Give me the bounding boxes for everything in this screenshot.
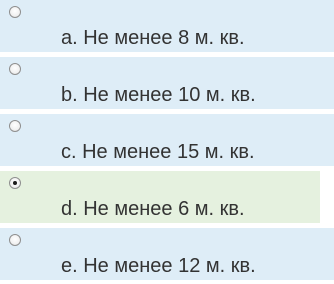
- answer-option-label: b. Не менее 10 м. кв.: [61, 84, 256, 106]
- answer-option-b[interactable]: b. Не менее 10 м. кв.: [0, 57, 334, 109]
- answer-option-d[interactable]: d. Не менее 6 м. кв.: [0, 171, 320, 223]
- answer-option-a[interactable]: a. Не менее 8 м. кв.: [0, 0, 334, 52]
- answer-option-c[interactable]: c. Не менее 15 м. кв.: [0, 114, 334, 166]
- answer-option-e[interactable]: e. Не менее 12 м. кв.: [0, 228, 334, 280]
- radio-button-selected-icon[interactable]: [9, 177, 21, 189]
- answer-option-label: d. Не менее 6 м. кв.: [61, 198, 245, 220]
- radio-button-icon[interactable]: [9, 120, 21, 132]
- answer-option-label: c. Не менее 15 м. кв.: [61, 141, 255, 163]
- radio-button-icon[interactable]: [9, 63, 21, 75]
- answer-option-label: e. Не менее 12 м. кв.: [61, 255, 256, 277]
- radio-dot-icon: [13, 181, 17, 185]
- radio-button-icon[interactable]: [9, 234, 21, 246]
- answer-option-label: a. Не менее 8 м. кв.: [61, 27, 245, 49]
- radio-button-icon[interactable]: [9, 6, 21, 18]
- answer-options: a. Не менее 8 м. кв. b. Не менее 10 м. к…: [0, 0, 334, 284]
